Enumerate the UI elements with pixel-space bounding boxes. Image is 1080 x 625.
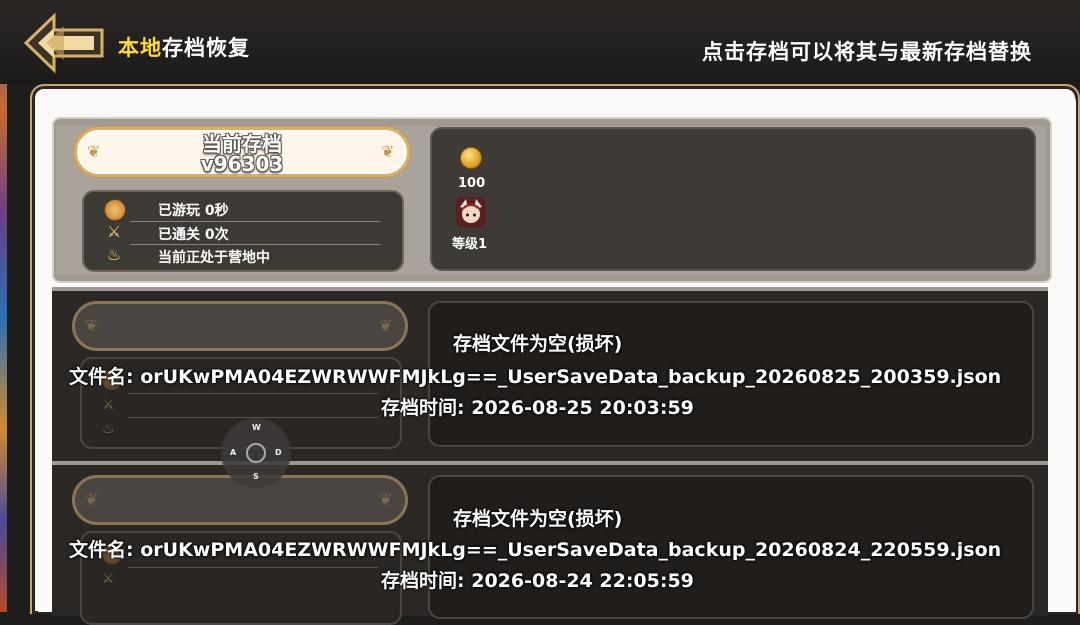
time-label: 存档时间:	[381, 397, 465, 419]
joystick-right-label: D	[275, 448, 282, 457]
backup-time-row: 存档时间: 2026-08-25 20:03:59	[381, 393, 694, 420]
backup-time-row: 存档时间: 2026-08-24 22:05:59	[381, 566, 694, 593]
filename-label: 文件名:	[69, 366, 134, 388]
page-title: 本地存档恢复	[118, 32, 250, 62]
sword-icon: ⚔	[102, 571, 115, 587]
backup-filename-row: 文件名: orUKwPMA04EZWRWWFMJkLg==_UserSaveDa…	[69, 362, 1001, 389]
sword-icon: ⚔	[102, 397, 115, 413]
back-arrow-icon	[23, 12, 104, 74]
backup-filename: orUKwPMA04EZWRWWFMJkLg==_UserSaveData_ba…	[140, 539, 1002, 561]
sword-icon: ⚔	[106, 222, 122, 241]
filename-label: 文件名:	[69, 539, 134, 561]
stat-location: ♨ 当前正处于营地中	[104, 245, 384, 267]
virtual-joystick[interactable]: W A D S	[221, 418, 291, 488]
current-save-label: 当前存档	[202, 132, 282, 156]
ornament-icon: ❦	[379, 316, 393, 335]
backup-time: 2026-08-25 20:03:59	[471, 397, 694, 419]
joystick-down-label: S	[253, 472, 259, 481]
campfire-icon: ♨	[102, 421, 115, 437]
header-bar: 本地存档恢复 点击存档可以将其与最新存档替换	[0, 0, 1080, 84]
background-app-strip	[0, 0, 7, 612]
clock-icon	[104, 199, 126, 221]
joystick-up-label: W	[252, 423, 261, 432]
backup-filename: orUKwPMA04EZWRWWFMJkLg==_UserSaveData_ba…	[140, 366, 1002, 388]
coin-count: 100	[458, 176, 486, 191]
back-button[interactable]	[23, 12, 104, 74]
current-save-card[interactable]: ❦ ❦ 当前存档 v96303 已游玩 0秒 ⚔ 已通关 0次 ♨ 当前正处于营…	[52, 117, 1052, 283]
stat-clears: ⚔ 已通关 0次	[104, 222, 384, 244]
joystick-knob[interactable]	[246, 443, 266, 463]
time-label: 存档时间:	[381, 570, 465, 592]
coin-icon	[460, 147, 482, 169]
joystick-left-label: A	[230, 448, 237, 457]
ornament-icon: ❦	[379, 490, 393, 509]
backup-time: 2026-08-24 22:05:59	[471, 570, 694, 592]
current-save-info: 100 等级1	[430, 127, 1036, 271]
backup-status: 存档文件为空(损坏)	[453, 333, 623, 355]
player-level: 等级1	[452, 237, 488, 252]
backup-filename-row: 文件名: orUKwPMA04EZWRWWFMJkLg==_UserSaveDa…	[69, 535, 1001, 562]
stat-playtime: 已游玩 0秒	[104, 198, 384, 221]
current-save-version: v96303	[200, 152, 284, 176]
replace-hint: 点击存档可以将其与最新存档替换	[702, 40, 1032, 64]
ornament-icon: ❦	[85, 490, 99, 509]
backup-status: 存档文件为空(损坏)	[453, 508, 623, 530]
ornament-icon: ❦	[85, 316, 99, 335]
backup-save-header: ❦ ❦	[72, 301, 408, 351]
page-title-highlight: 本地	[118, 36, 162, 60]
page-title-rest: 存档恢复	[162, 36, 250, 60]
character-avatar	[456, 197, 486, 227]
campfire-icon: ♨	[106, 245, 122, 264]
current-save-header: ❦ ❦ 当前存档 v96303	[74, 127, 410, 177]
current-save-stats: 已游玩 0秒 ⚔ 已通关 0次 ♨ 当前正处于营地中	[82, 190, 404, 272]
